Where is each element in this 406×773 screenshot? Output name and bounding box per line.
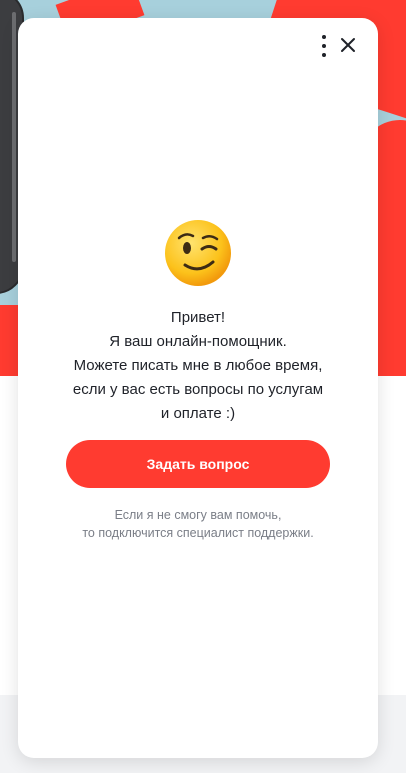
winking-face-icon [165, 220, 231, 286]
ask-question-button[interactable]: Задать вопрос [66, 440, 330, 488]
support-note-line: Если я не смогу вам помочь, [114, 508, 282, 522]
greeting-line: и оплате :) [160, 405, 236, 422]
chat-widget: Привет! Я ваш онлайн-помощник. Можете пи… [18, 18, 378, 758]
greeting-line: Привет! [170, 309, 226, 326]
support-note-line: то подключится специалист поддержки. [82, 526, 314, 540]
close-icon [341, 38, 355, 52]
greeting-line: Можете писать мне в любое время, [73, 357, 323, 374]
support-note: Если я не смогу вам помочь, то подключит… [18, 506, 378, 542]
more-vertical-icon-dot [322, 44, 326, 48]
greeting-line: Я ваш онлайн-помощник. [109, 333, 287, 350]
close-button[interactable] [338, 35, 358, 55]
more-menu-button[interactable] [316, 35, 332, 57]
greeting-text: Привет! Я ваш онлайн-помощник. Можете пи… [18, 306, 378, 426]
more-vertical-icon-dot [322, 53, 326, 57]
greeting-line: если у вас есть вопросы по услугам [72, 381, 324, 398]
more-vertical-icon [322, 35, 326, 39]
